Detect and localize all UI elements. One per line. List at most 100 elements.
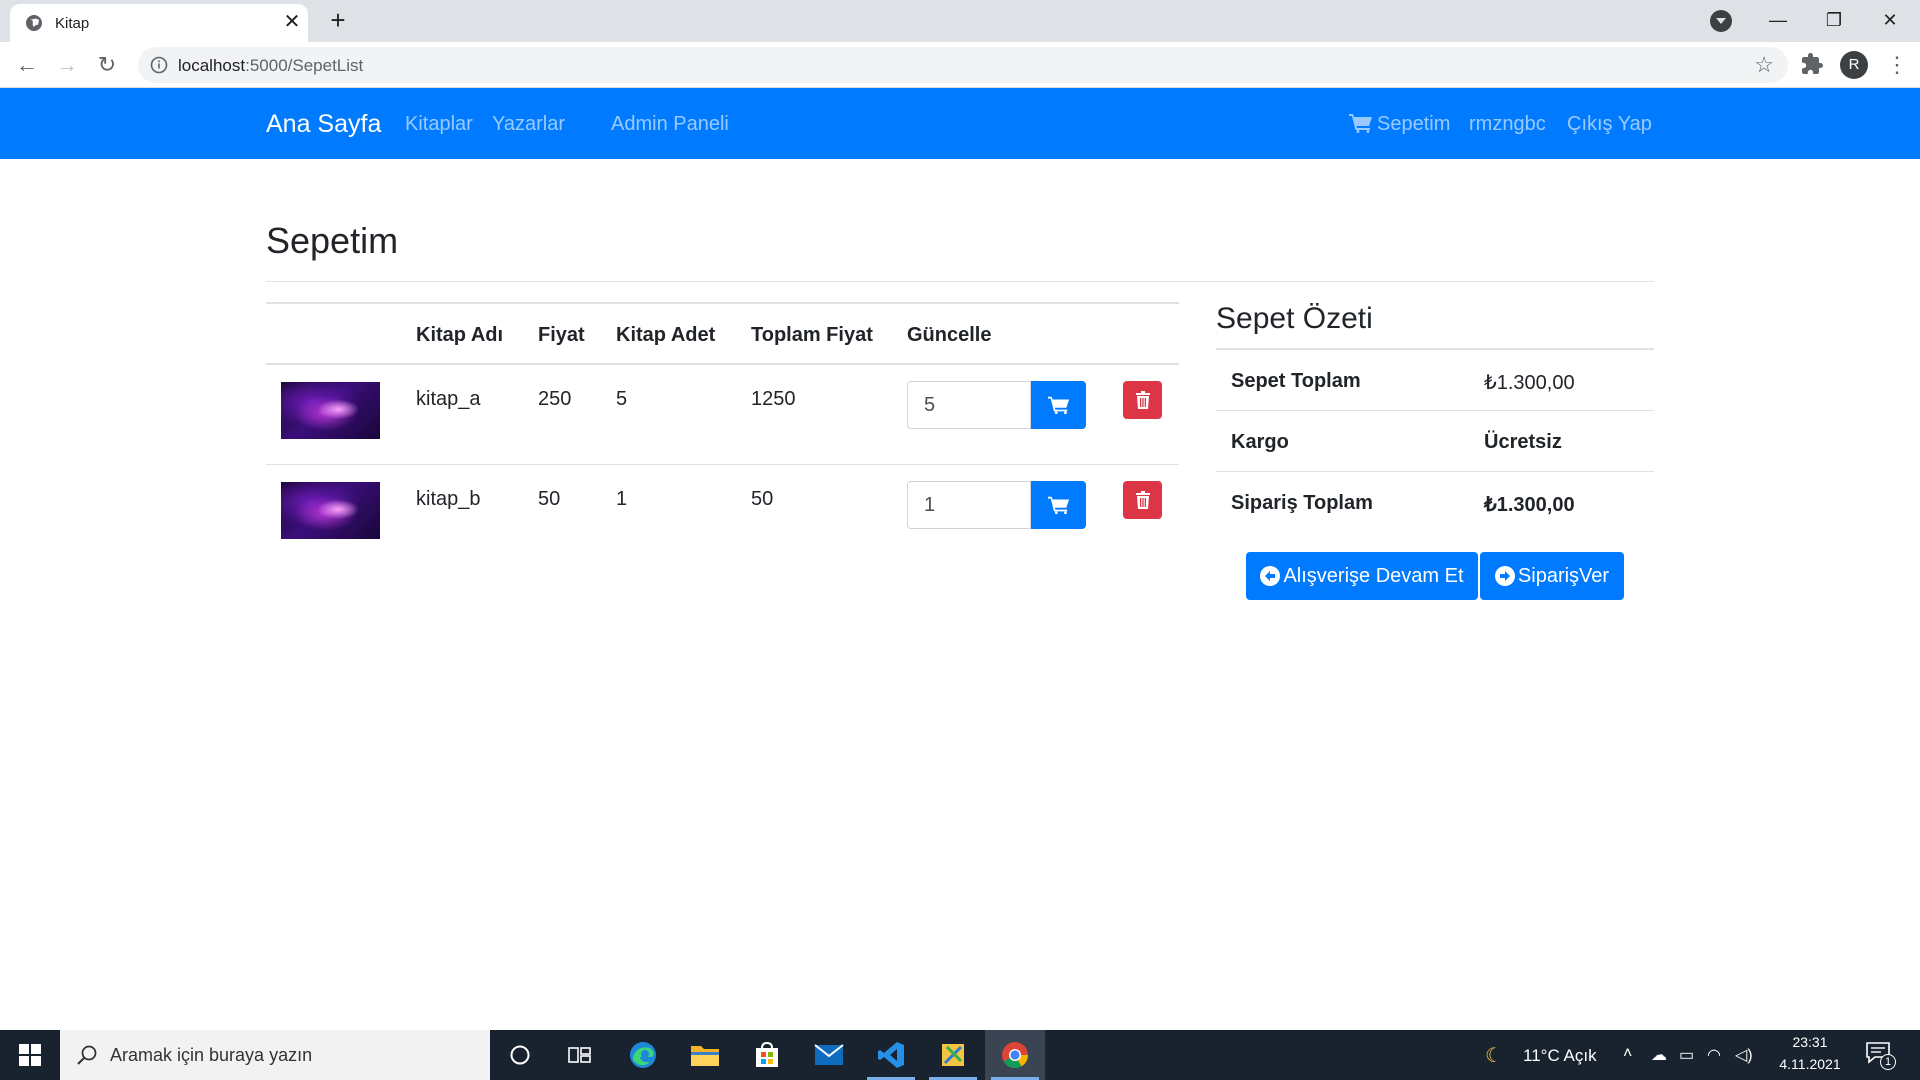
trash-icon: [1135, 391, 1150, 409]
summary-label: Sepet Toplam: [1231, 370, 1361, 392]
table-row: kitap_b 50 1 50: [266, 464, 1179, 563]
book-price: 250: [538, 388, 572, 410]
clock-date[interactable]: 4.11.2021: [1770, 1056, 1850, 1072]
nav-link-username[interactable]: rmzngbc: [1469, 113, 1546, 136]
quantity-input[interactable]: [907, 381, 1031, 429]
chevron-up-icon[interactable]: ˄: [1623, 1045, 1632, 1063]
browser-tab[interactable]: Kitap ✕: [10, 4, 308, 42]
update-cart-button[interactable]: [1031, 381, 1086, 429]
summary-label: Sipariş Toplam: [1231, 492, 1373, 514]
nav-link-kitaplar[interactable]: Kitaplar: [405, 113, 473, 136]
microsoft-store-icon[interactable]: [737, 1030, 797, 1080]
column-header-kitap-adi: Kitap Adı: [416, 324, 504, 346]
summary-row: Kargo Ücretsiz: [1216, 410, 1654, 471]
address-bar[interactable]: localhost:5000/SepetList ☆: [138, 47, 1788, 83]
file-explorer-icon[interactable]: [675, 1030, 735, 1080]
weather-moon-icon[interactable]: ☾: [1485, 1043, 1503, 1068]
summary-row: Sipariş Toplam ₺1.300,00: [1216, 471, 1654, 532]
place-order-label: SiparişVer: [1517, 564, 1610, 587]
continue-shopping-label: Alışverişe Devam Et: [1283, 564, 1464, 587]
restore-icon[interactable]: ❐: [1806, 0, 1862, 40]
column-header-fiyat: Fiyat: [538, 324, 585, 346]
nav-link-logout[interactable]: Çıkış Yap: [1567, 113, 1652, 136]
column-header-toplam-fiyat: Toplam Fiyat: [751, 324, 873, 346]
chrome-icon[interactable]: [985, 1030, 1045, 1080]
quantity-input[interactable]: [907, 481, 1031, 529]
column-header-kitap-adet: Kitap Adet: [616, 324, 716, 346]
taskbar-search[interactable]: Aramak için buraya yazın: [60, 1030, 490, 1080]
delete-button[interactable]: [1123, 481, 1162, 519]
cart-icon: [1047, 496, 1069, 515]
window-close-icon[interactable]: ✕: [1862, 0, 1918, 40]
mail-icon[interactable]: [799, 1030, 859, 1080]
back-icon[interactable]: ←: [12, 50, 42, 80]
python-idle-icon[interactable]: [923, 1030, 983, 1080]
summary-value: Ücretsiz: [1484, 431, 1562, 453]
summary-value: ₺1.300,00: [1484, 494, 1575, 516]
cortana-icon[interactable]: [490, 1030, 550, 1080]
delete-button[interactable]: [1123, 381, 1162, 419]
page-title: Sepetim: [266, 220, 399, 261]
brand-link[interactable]: Ana Sayfa: [266, 110, 381, 139]
book-price: 50: [538, 488, 561, 510]
update-cart-button[interactable]: [1031, 481, 1086, 529]
cart-icon: [1047, 396, 1069, 415]
tab-close-icon[interactable]: ✕: [280, 10, 304, 34]
notifications-icon[interactable]: 1: [1866, 1042, 1896, 1070]
place-order-button[interactable]: SiparişVer: [1480, 552, 1624, 600]
nav-link-sepetim[interactable]: Sepetim: [1349, 113, 1450, 136]
taskbar: Aramak için buraya yazın ☾ 11°C Açık ˄ ☁…: [0, 1030, 1920, 1080]
nav-link-admin-paneli[interactable]: Admin Paneli: [611, 113, 729, 136]
windows-start-icon[interactable]: [0, 1030, 60, 1080]
arrow-circle-right-icon: [1494, 566, 1515, 586]
column-header-guncelle: Güncelle: [907, 324, 992, 346]
task-view-icon[interactable]: [550, 1030, 610, 1080]
tab-search-icon[interactable]: [1710, 10, 1732, 32]
browser-tabstrip: Kitap ✕ + — ❐ ✕: [0, 0, 1920, 42]
reload-icon[interactable]: ↻: [92, 50, 122, 80]
vscode-icon[interactable]: [861, 1030, 921, 1080]
globe-icon: [26, 15, 42, 31]
summary-value: ₺1.300,00: [1484, 372, 1575, 394]
extensions-icon[interactable]: [1800, 52, 1824, 76]
notification-count-badge: 1: [1880, 1054, 1896, 1070]
continue-shopping-button[interactable]: Alışverişe Devam Et: [1246, 552, 1478, 600]
book-thumbnail: [281, 482, 380, 539]
summary-row: Sepet Toplam ₺1.300,00: [1216, 350, 1654, 411]
clock-time[interactable]: 23:31: [1770, 1034, 1850, 1050]
bookmark-star-icon[interactable]: ☆: [1754, 53, 1774, 77]
tab-title: Kitap: [55, 15, 90, 32]
cart-icon: [1349, 114, 1372, 133]
weather-text[interactable]: 11°C Açık: [1523, 1046, 1597, 1066]
book-name: kitap_b: [416, 488, 481, 510]
edge-icon[interactable]: [613, 1030, 673, 1080]
book-qty: 1: [616, 488, 628, 510]
cloud-offline-icon[interactable]: ☁: [1651, 1045, 1667, 1065]
search-placeholder: Aramak için buraya yazın: [110, 1045, 313, 1065]
table-top-border: [266, 302, 1179, 304]
divider: [266, 281, 1654, 282]
url-text: localhost:5000/SepetList: [178, 56, 364, 75]
arrow-circle-left-icon: [1260, 566, 1281, 586]
book-thumbnail: [281, 382, 380, 439]
book-qty: 5: [616, 388, 628, 410]
new-tab-icon[interactable]: +: [324, 6, 352, 34]
volume-icon[interactable]: ◁): [1735, 1045, 1753, 1065]
info-icon[interactable]: [150, 56, 168, 74]
nav-link-yazarlar[interactable]: Yazarlar: [492, 113, 565, 136]
profile-avatar[interactable]: R: [1840, 51, 1868, 79]
book-total: 50: [751, 488, 774, 510]
site-navbar: Ana Sayfa Kitaplar Yazarlar Admin Paneli…: [0, 88, 1920, 159]
search-icon: [77, 1045, 97, 1065]
browser-toolbar: ← → ↻ localhost:5000/SepetList ☆ R ⋮: [0, 42, 1920, 88]
forward-icon[interactable]: →: [52, 50, 82, 80]
book-name: kitap_a: [416, 388, 481, 410]
wifi-icon[interactable]: ◠: [1707, 1045, 1721, 1065]
book-total: 1250: [751, 388, 796, 410]
battery-icon[interactable]: ▭: [1679, 1045, 1694, 1065]
minimize-icon[interactable]: —: [1750, 0, 1806, 40]
summary-title: Sepet Özeti: [1216, 302, 1373, 335]
browser-menu-icon[interactable]: ⋮: [1886, 51, 1908, 79]
summary-label: Kargo: [1231, 431, 1289, 453]
table-row: kitap_a 250 5 1250: [266, 365, 1179, 464]
